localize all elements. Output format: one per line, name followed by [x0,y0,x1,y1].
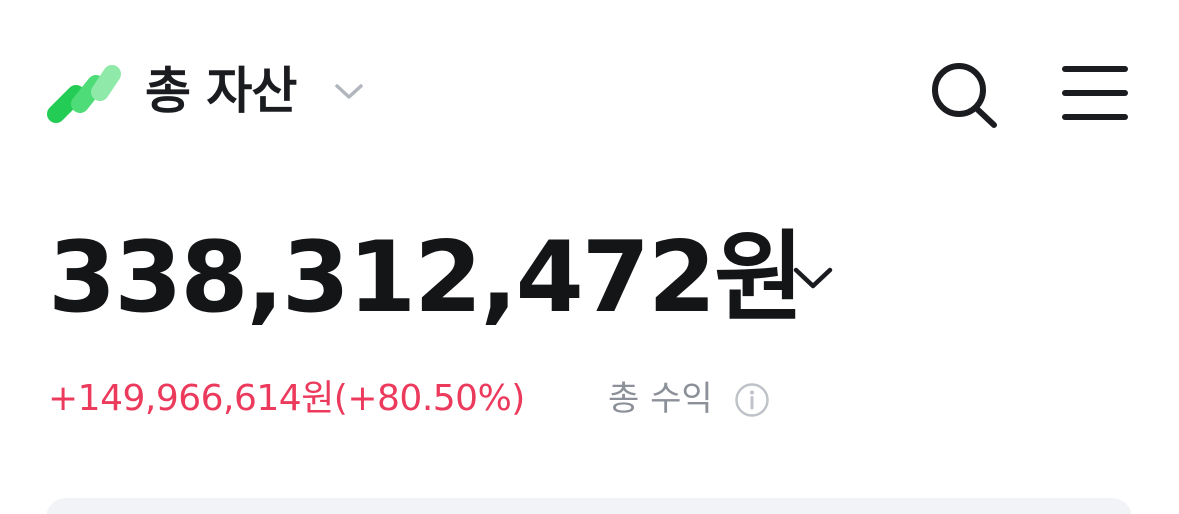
info-icon[interactable] [734,382,770,418]
chevron-down-icon[interactable] [333,80,365,102]
search-icon[interactable] [926,58,1000,130]
total-asset-amount[interactable]: 338,312,472원 [48,222,804,334]
chevron-down-icon[interactable] [790,262,836,292]
top-header: 총 자산 [0,50,1179,135]
brand-logo-icon [47,65,121,123]
content-card [46,498,1132,514]
total-profit-value: +149,966,614원(+80.50%) [48,378,525,419]
total-profit-label: 총 수익 [608,379,713,419]
asset-summary-screen: 총 자산 338,312,472원 +149,966,614원(+80.50%)… [0,0,1179,514]
hamburger-menu-icon[interactable] [1058,60,1132,126]
page-title[interactable]: 총 자산 [145,60,297,122]
